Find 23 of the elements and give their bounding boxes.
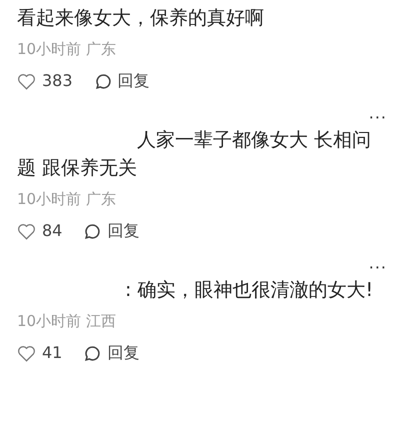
comment-location: 广东 [86, 39, 116, 60]
heart-icon [17, 344, 36, 362]
reply-button[interactable]: 回复 [84, 220, 140, 242]
comment-time: 10小时前 [17, 311, 82, 332]
speech-bubble-icon [84, 344, 102, 362]
comment-location: 江西 [86, 311, 116, 332]
speech-bubble-icon [94, 72, 112, 90]
reply-button[interactable]: 回复 [94, 70, 150, 92]
comment-time: 10小时前 [17, 39, 82, 60]
comment-text: 看起来像女大，保养的真好啊 [17, 6, 265, 31]
heart-icon [17, 222, 36, 240]
comment-location: 广东 [86, 189, 116, 210]
reply-button[interactable]: 回复 [84, 342, 140, 364]
like-button[interactable]: 84 [17, 220, 62, 242]
like-button[interactable]: 41 [17, 342, 62, 364]
like-button[interactable]: 383 [17, 70, 73, 92]
heart-icon [17, 72, 36, 90]
comment-time: 10小时前 [17, 189, 82, 210]
more-button[interactable]: ··· [368, 260, 387, 276]
more-button[interactable]: ··· [368, 110, 387, 126]
speech-bubble-icon [84, 222, 102, 240]
comment-text: : 确实，眼神也很清澈的女大! [124, 278, 374, 303]
comment-text: 人家一辈子都像女大 长相问题 跟保养无关 [17, 128, 372, 181]
